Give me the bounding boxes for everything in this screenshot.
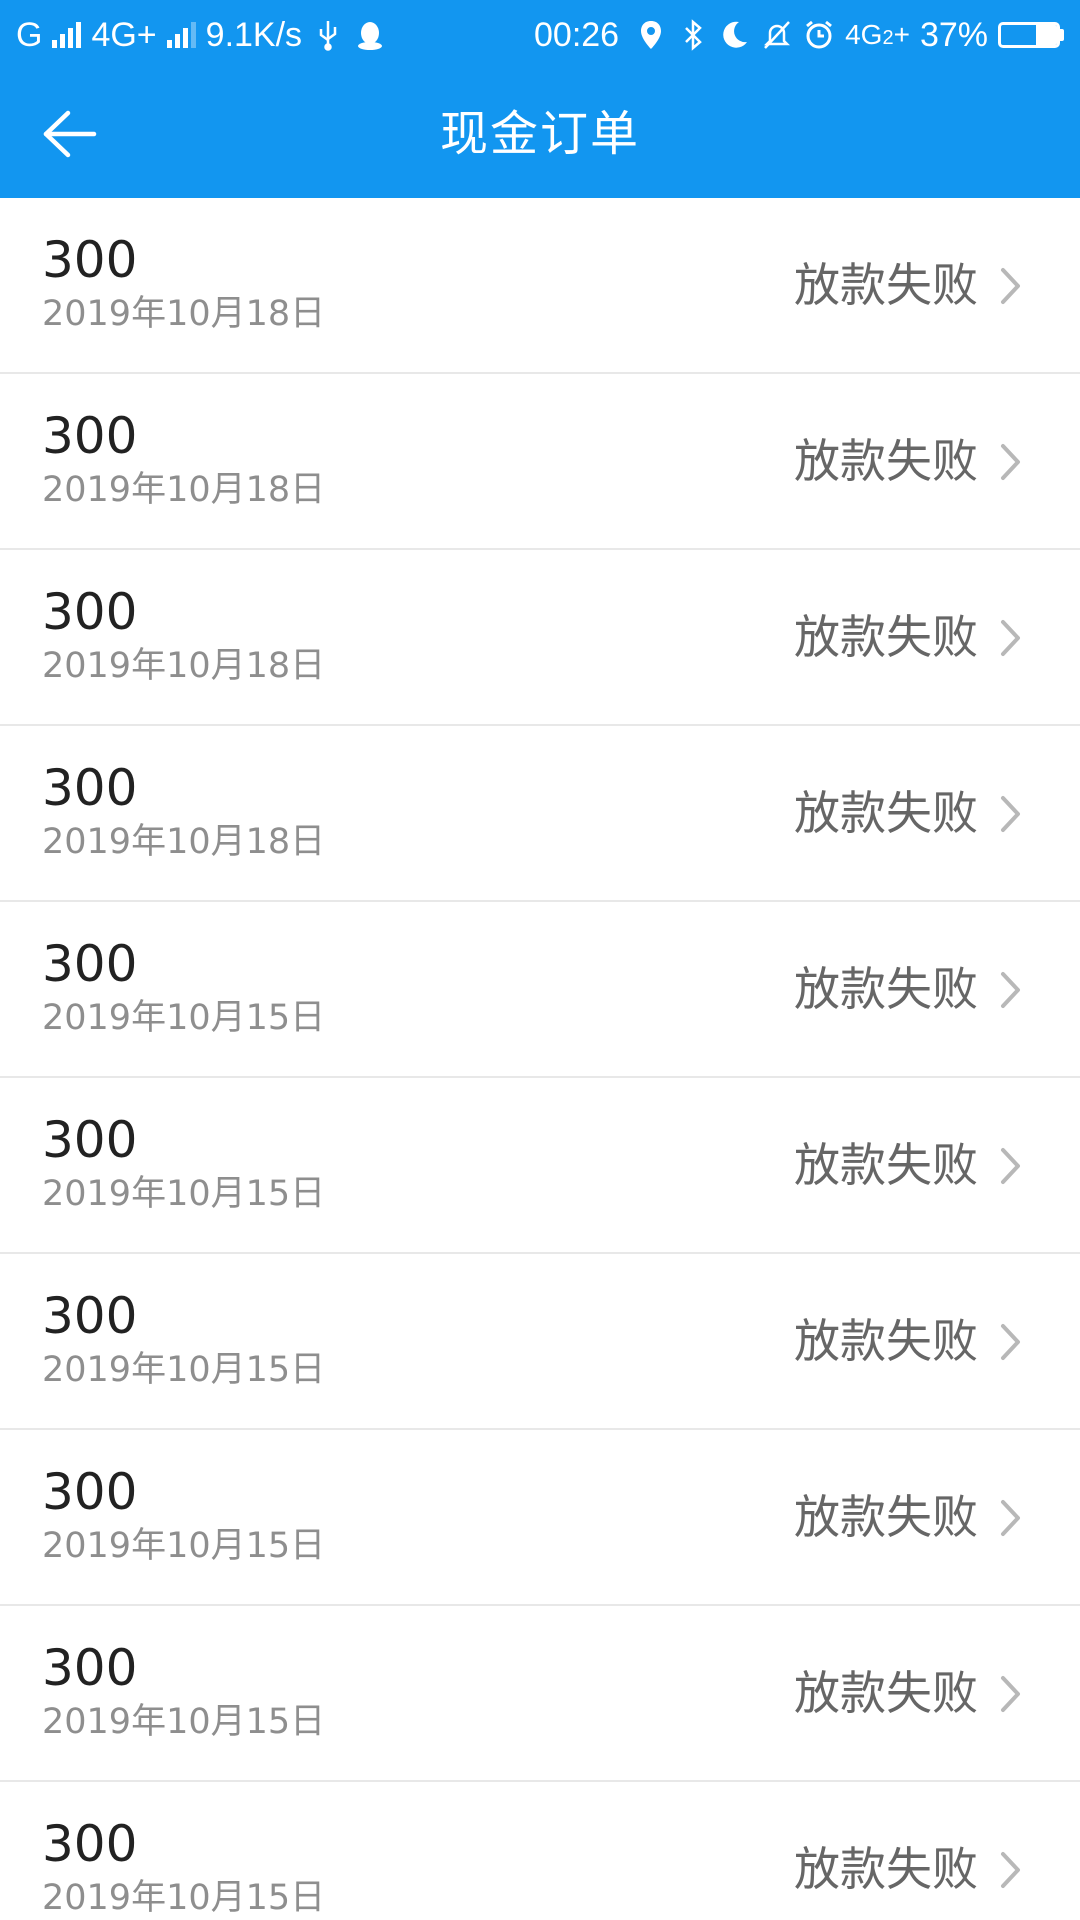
order-status: 放款失败: [794, 1490, 978, 1544]
chevron-right-icon: [1001, 444, 1020, 480]
chevron-right-icon: [1001, 268, 1020, 304]
chevron-right-icon: [1001, 796, 1020, 832]
order-date: 2019年10月18日: [42, 646, 326, 686]
order-status: 放款失败: [794, 434, 978, 488]
order-status: 放款失败: [794, 1666, 978, 1720]
order-amount: 300: [42, 1639, 138, 1697]
chevron-right-icon: [1001, 1852, 1020, 1888]
order-status: 放款失败: [794, 258, 978, 312]
order-date: 2019年10月15日: [42, 1350, 326, 1390]
order-row[interactable]: 300 2019年10月18日 放款失败: [0, 198, 1080, 374]
app-bar: 现金订单: [0, 70, 1080, 198]
order-status: 放款失败: [794, 610, 978, 664]
order-date: 2019年10月15日: [42, 1702, 326, 1742]
order-row[interactable]: 300 2019年10月15日 放款失败: [0, 1606, 1080, 1782]
chevron-right-icon: [1001, 972, 1020, 1008]
network-type-label: 4G+: [91, 15, 157, 54]
chevron-right-icon: [1001, 1148, 1020, 1184]
order-row[interactable]: 300 2019年10月18日 放款失败: [0, 550, 1080, 726]
signal-icon: [166, 22, 196, 48]
status-bar: G 4G+ 9.1K/s 00:26 4G2+ 37%: [0, 0, 1080, 70]
network-speed: 9.1K/s: [205, 15, 303, 54]
order-amount: 300: [42, 407, 138, 465]
chevron-right-icon: [1001, 1500, 1020, 1536]
order-amount: 300: [42, 583, 138, 641]
bell-off-icon: [761, 17, 793, 53]
battery-percent: 37%: [919, 15, 988, 54]
network-type-label: 4G2+: [845, 19, 910, 50]
signal-icon: [52, 22, 82, 48]
order-date: 2019年10月15日: [42, 1174, 326, 1214]
chevron-right-icon: [1001, 1676, 1020, 1712]
status-bar-right: 00:26 4G2+ 37%: [528, 16, 1064, 55]
clock: 00:26: [534, 15, 620, 54]
order-row[interactable]: 300 2019年10月15日 放款失败: [0, 1254, 1080, 1430]
order-amount: 300: [42, 935, 138, 993]
chevron-right-icon: [1001, 620, 1020, 656]
order-list[interactable]: 300 2019年10月18日 放款失败 300 2019年10月18日 放款失败 300 2…: [0, 198, 1080, 1920]
status-bar-left: G 4G+ 9.1K/s: [16, 16, 528, 55]
alarm-icon: [803, 17, 835, 53]
moon-icon: [719, 17, 751, 53]
page-title: 现金订单: [439, 106, 640, 162]
order-status: 放款失败: [794, 1842, 978, 1896]
carrier-label: G: [16, 15, 43, 54]
order-amount: 300: [42, 231, 138, 289]
order-row[interactable]: 300 2019年10月15日 放款失败: [0, 1430, 1080, 1606]
order-status: 放款失败: [794, 1314, 978, 1368]
order-date: 2019年10月15日: [42, 1878, 326, 1918]
bluetooth-icon: [677, 17, 709, 53]
order-amount: 300: [42, 759, 138, 817]
order-status: 放款失败: [794, 962, 978, 1016]
order-amount: 300: [42, 1815, 138, 1873]
order-date: 2019年10月15日: [42, 1526, 326, 1566]
order-date: 2019年10月18日: [42, 470, 326, 510]
qq-icon: [354, 17, 386, 53]
chevron-right-icon: [1001, 1324, 1020, 1360]
order-date: 2019年10月18日: [42, 822, 326, 862]
order-date: 2019年10月18日: [42, 294, 326, 334]
order-status: 放款失败: [794, 1138, 978, 1192]
order-row[interactable]: 300 2019年10月18日 放款失败: [0, 726, 1080, 902]
order-row[interactable]: 300 2019年10月15日 放款失败: [0, 902, 1080, 1078]
usb-icon: [312, 17, 344, 53]
order-amount: 300: [42, 1463, 138, 1521]
order-date: 2019年10月15日: [42, 998, 326, 1038]
order-status: 放款失败: [794, 786, 978, 840]
order-row[interactable]: 300 2019年10月15日 放款失败: [0, 1078, 1080, 1254]
battery-charging-icon: [998, 22, 1064, 48]
location-icon: [635, 17, 667, 53]
order-row[interactable]: 300 2019年10月15日 放款失败: [0, 1782, 1080, 1920]
order-amount: 300: [42, 1287, 138, 1345]
order-amount: 300: [42, 1111, 138, 1169]
order-row[interactable]: 300 2019年10月18日 放款失败: [0, 374, 1080, 550]
